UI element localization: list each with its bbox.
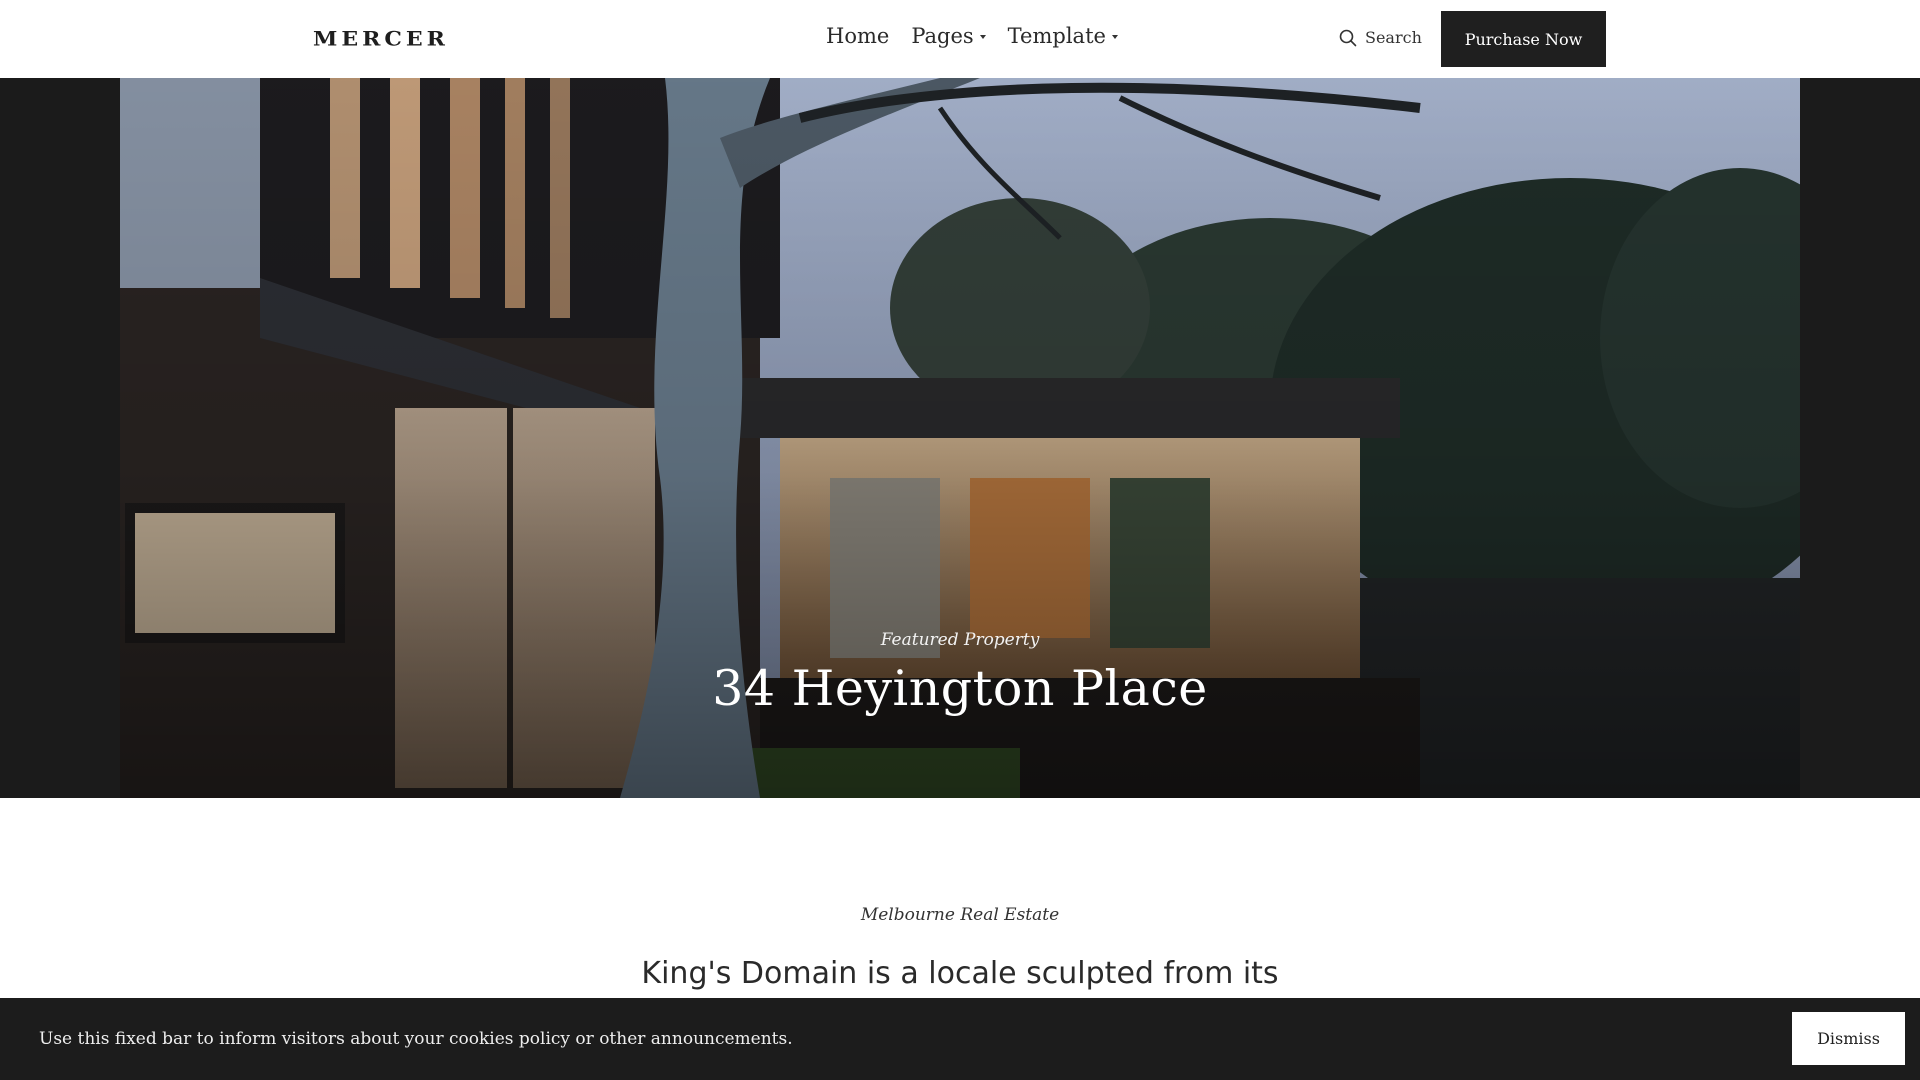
search-label: Search — [1365, 28, 1422, 47]
caret-down-icon — [979, 35, 986, 39]
nav-item-pages[interactable]: Pages — [911, 24, 986, 48]
main-nav: Home Pages Template — [826, 24, 1118, 48]
nav-item-label: Template — [1007, 24, 1106, 48]
nav-item-label: Pages — [911, 24, 974, 48]
site-logo[interactable]: MERCER — [313, 27, 449, 50]
nav-item-label: Home — [826, 24, 890, 48]
hero-title[interactable]: 34 Heyington Place — [0, 660, 1920, 717]
intro-text: King's Domain is a locale sculpted from … — [641, 956, 1279, 991]
purchase-now-button[interactable]: Purchase Now — [1441, 11, 1606, 67]
hero-kicker: Featured Property — [880, 630, 1040, 650]
nav-item-template[interactable]: Template — [1008, 24, 1118, 48]
search-icon — [1339, 29, 1357, 46]
cookie-message: Use this fixed bar to inform visitors ab… — [39, 1029, 793, 1049]
site-header: MERCER Home Pages Template Search Purcha… — [0, 0, 1920, 78]
cookie-bar: Use this fixed bar to inform visitors ab… — [0, 998, 1920, 1080]
nav-item-home[interactable]: Home — [826, 24, 889, 48]
intro-kicker: Melbourne Real Estate — [860, 905, 1060, 925]
search-button[interactable]: Search — [1339, 28, 1422, 47]
dismiss-button[interactable]: Dismiss — [1792, 1012, 1905, 1065]
caret-down-icon — [1111, 35, 1118, 39]
